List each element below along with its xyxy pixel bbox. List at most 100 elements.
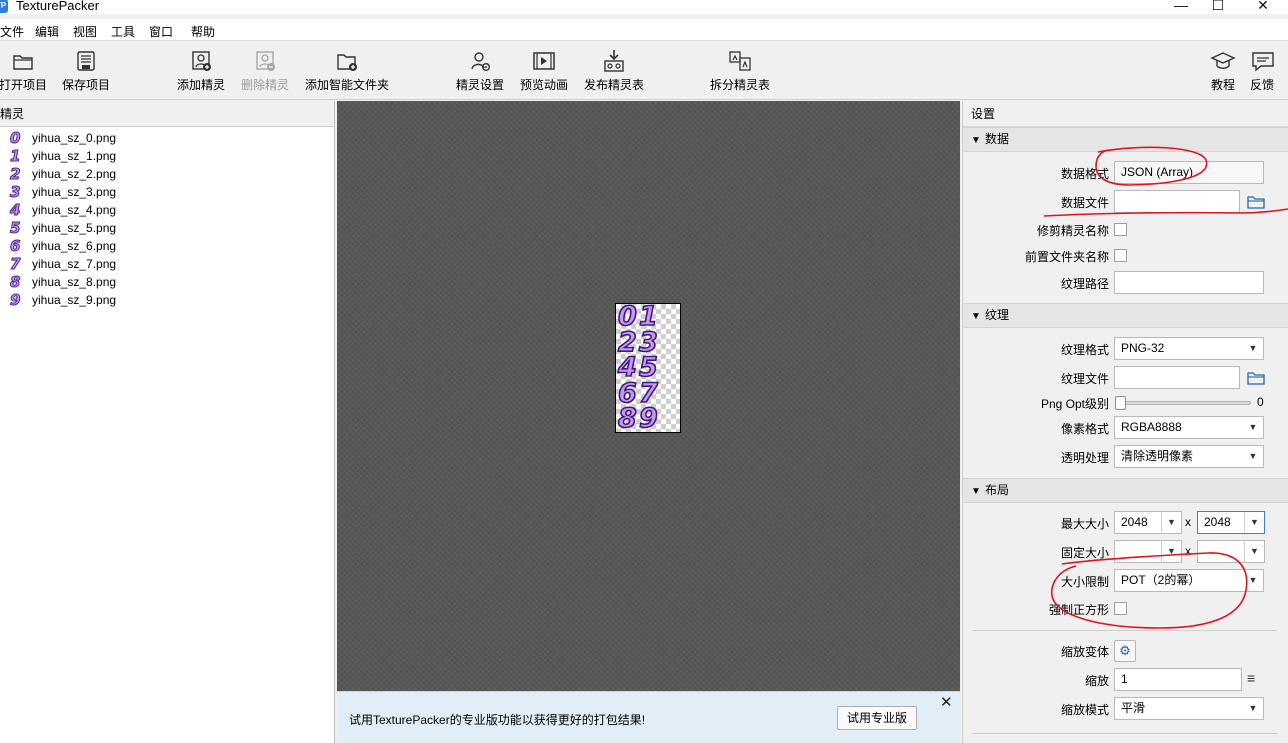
list-menu-icon[interactable]: ≡ — [1247, 670, 1255, 686]
feedback-button[interactable]: 反馈 — [1248, 48, 1288, 93]
scale-row: 缩放 1 ≡ — [963, 668, 1288, 692]
try-pro-button[interactable]: 试用专业版 — [837, 706, 917, 730]
feedback-chat-icon — [1252, 52, 1274, 72]
save-disk-icon — [77, 51, 95, 71]
sprite-list-item[interactable]: 5 yihua_sz_5.png — [0, 219, 334, 237]
data-format-select[interactable]: JSON (Array) — [1114, 161, 1264, 184]
sprite-list-item[interactable]: 6 yihua_sz_6.png — [0, 237, 334, 255]
atlas-row: 45 — [616, 352, 680, 384]
sprite-thumbnail: 4 — [10, 201, 21, 219]
trim-sprite-names-row: 修剪精灵名称 — [963, 218, 1288, 242]
scale-input[interactable]: 1 — [1114, 668, 1242, 691]
sprite-list: 0 yihua_sz_0.png 1 yihua_sz_1.png 2 yihua_s… — [0, 127, 334, 309]
sprite-thumbnail: 8 — [10, 273, 21, 291]
data-file-label: 数据文件 — [1060, 196, 1109, 210]
data-section-header[interactable]: ▼ 数据 — [963, 127, 1288, 152]
sprite-list-item[interactable]: 2 yihua_sz_2.png — [0, 165, 334, 183]
max-width-combo[interactable]: 2048 ▼ — [1114, 511, 1182, 534]
collapse-triangle-icon: ▼ — [971, 486, 981, 497]
max-height-combo[interactable]: 2048 ▼ — [1197, 511, 1265, 534]
texture-path-input[interactable] — [1114, 271, 1264, 294]
png-opt-label: Png Opt级别 — [1040, 397, 1109, 411]
main-toolbar: 打开项目 保存项目 添加精灵 删除精灵 添加智能文件夹 精灵设置 预览动画 发布… — [0, 42, 1288, 100]
menu-file[interactable]: 文件 — [0, 23, 24, 40]
add-smart-folder-button[interactable]: 添加智能文件夹 — [303, 48, 391, 93]
publish-sprite-sheet-button[interactable]: 发布精灵表 — [582, 48, 646, 93]
png-opt-slider-track[interactable] — [1115, 401, 1251, 405]
dropdown-arrow-icon: ▼ — [1248, 343, 1258, 353]
browse-folder-icon[interactable] — [1247, 371, 1265, 385]
sprite-list-item[interactable]: 8 yihua_sz_8.png — [0, 273, 334, 291]
maximize-button[interactable]: ☐ — [1203, 0, 1233, 13]
sprite-filename: yihua_sz_5.png — [32, 221, 117, 235]
atlas-sprite: 6 — [617, 377, 637, 409]
scaling-variants-row: 缩放变体 ⚙ — [963, 639, 1288, 663]
remove-sprites-button[interactable]: 删除精灵 — [239, 48, 291, 93]
close-window-button[interactable]: ✕ — [1248, 0, 1278, 13]
size-constraints-label: 大小限制 — [1060, 575, 1109, 589]
sprite-list-item[interactable]: 1 yihua_sz_1.png — [0, 147, 334, 165]
fixed-height-combo[interactable]: ▼ — [1197, 540, 1265, 563]
texture-format-select[interactable]: PNG-32 ▼ — [1114, 337, 1264, 360]
sprite-list-item[interactable]: 0 yihua_sz_0.png — [0, 129, 334, 147]
data-format-row: 数据格式 JSON (Array) — [963, 161, 1288, 185]
scale-label: 缩放 — [1084, 674, 1109, 688]
pixel-format-select[interactable]: RGBA8888 ▼ — [1114, 416, 1264, 439]
save-project-button[interactable]: 保存项目 — [60, 48, 112, 93]
times-sign: x — [1185, 515, 1191, 529]
size-constraints-row: 大小限制 POT（2的幂） ▼ — [963, 569, 1288, 593]
prepend-folder-name-checkbox[interactable] — [1114, 249, 1127, 262]
alpha-handling-label: 透明处理 — [1060, 451, 1109, 465]
split-sheet-icon — [729, 51, 751, 71]
dropdown-arrow-icon: ▼ — [1248, 703, 1258, 713]
preview-animation-button[interactable]: 预览动画 — [518, 48, 570, 93]
fixed-width-combo[interactable]: ▼ — [1114, 540, 1182, 563]
menu-edit[interactable]: 编辑 — [35, 23, 59, 40]
layout-section-header[interactable]: ▼ 布局 — [963, 478, 1288, 503]
sprite-filename: yihua_sz_0.png — [32, 131, 117, 145]
sprite-filename: yihua_sz_3.png — [32, 185, 117, 199]
alpha-handling-select[interactable]: 清除透明像素 ▼ — [1114, 445, 1264, 468]
texture-file-input[interactable] — [1114, 366, 1240, 389]
force-squared-checkbox[interactable] — [1114, 602, 1127, 615]
menu-window[interactable]: 窗口 — [149, 23, 173, 40]
sprite-settings-button[interactable]: 精灵设置 — [454, 48, 506, 93]
atlas-sprite: 2 — [617, 326, 637, 358]
gear-icon[interactable]: ⚙ — [1114, 640, 1136, 662]
png-opt-slider-handle[interactable] — [1115, 396, 1126, 410]
sprite-sheet-preview-canvas[interactable]: 01 23 45 67 89 — [337, 101, 960, 691]
add-sprites-button[interactable]: 添加精灵 — [175, 48, 227, 93]
prepend-folder-name-label: 前置文件夹名称 — [1024, 250, 1109, 264]
minimize-button[interactable]: — — [1166, 0, 1196, 13]
sprite-thumbnail: 3 — [10, 183, 21, 201]
sprite-list-item[interactable]: 9 yihua_sz_9.png — [0, 291, 334, 309]
menu-view[interactable]: 视图 — [73, 23, 97, 40]
sprite-list-item[interactable]: 4 yihua_sz_4.png — [0, 201, 334, 219]
sprite-filename: yihua_sz_4.png — [32, 203, 117, 217]
menu-tools[interactable]: 工具 — [111, 23, 135, 40]
size-constraints-select[interactable]: POT（2的幂） ▼ — [1114, 569, 1264, 592]
dropdown-arrow-icon: ▼ — [1244, 541, 1264, 562]
atlas-sprite: 5 — [638, 352, 658, 384]
split-sprite-sheet-button[interactable]: 拆分精灵表 — [708, 48, 772, 93]
notice-close-icon[interactable]: ✕ — [940, 694, 953, 712]
png-opt-row: Png Opt级别 0 — [963, 391, 1288, 415]
data-file-input[interactable] — [1114, 190, 1240, 213]
sprite-settings-icon — [471, 52, 490, 71]
texture-section-header[interactable]: ▼ 纹理 — [963, 303, 1288, 328]
sprite-filename: yihua_sz_1.png — [32, 149, 117, 163]
sprite-sheet-atlas[interactable]: 01 23 45 67 89 — [615, 302, 681, 435]
atlas-sprite: 8 — [617, 403, 637, 435]
menu-help[interactable]: 帮助 — [191, 23, 215, 40]
sprite-list-item[interactable]: 3 yihua_sz_3.png — [0, 183, 334, 201]
fixed-size-row: 固定大小 ▼ x ▼ — [963, 540, 1288, 564]
trim-sprite-names-checkbox[interactable] — [1114, 223, 1127, 236]
trim-sprite-names-label: 修剪精灵名称 — [1036, 224, 1109, 238]
section-divider — [973, 733, 1277, 734]
open-project-button[interactable]: 打开项目 — [0, 48, 48, 93]
atlas-sprite: 7 — [638, 377, 658, 409]
sprite-list-item[interactable]: 7 yihua_sz_7.png — [0, 255, 334, 273]
browse-folder-icon[interactable] — [1247, 195, 1265, 209]
tutorials-button[interactable]: 教程 — [1209, 48, 1237, 93]
scale-mode-select[interactable]: 平滑 ▼ — [1114, 697, 1264, 720]
